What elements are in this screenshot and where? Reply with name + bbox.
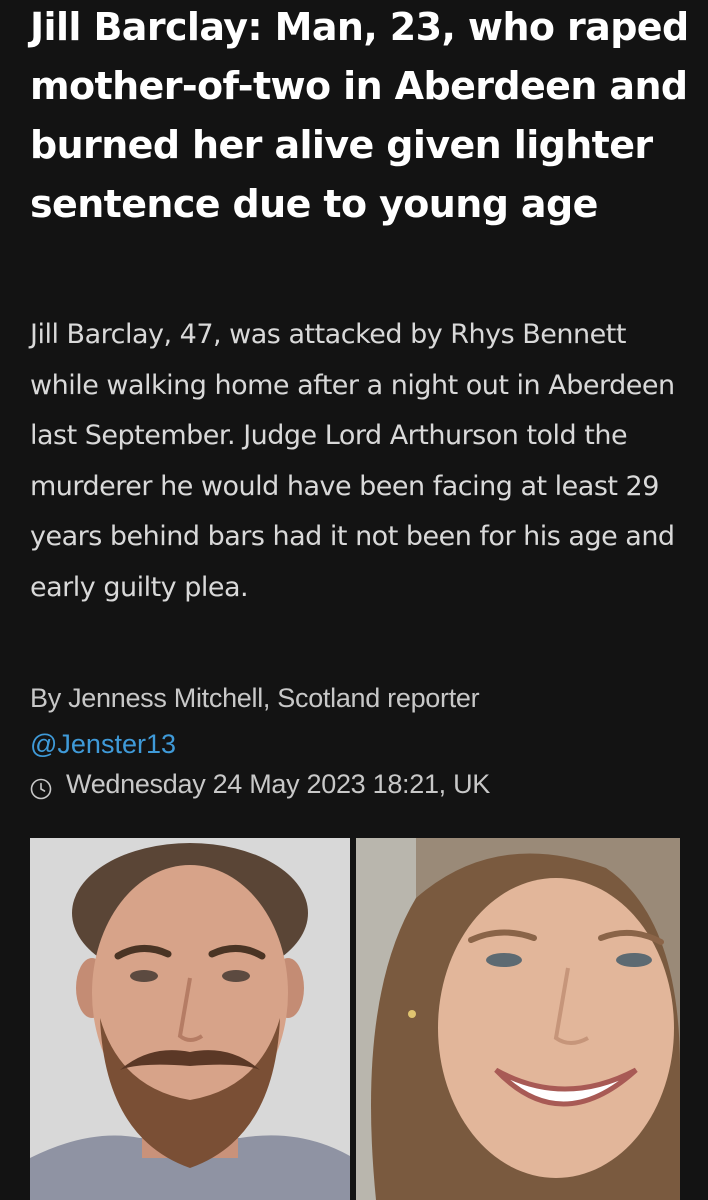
timestamp-text: Wednesday 24 May 2023 18:21, UK: [66, 769, 490, 799]
byline: By Jenness Mitchell, Scotland reporter: [30, 683, 480, 713]
clock-icon: [30, 773, 52, 800]
suspect-mugshot-photo[interactable]: [30, 838, 350, 1200]
article: Jill Barclay: Man, 23, who raped mother-…: [0, 0, 708, 1200]
standfirst: Jill Barclay, 47, was attacked by Rhys B…: [30, 319, 675, 603]
headline: Jill Barclay: Man, 23, who raped mother-…: [30, 5, 689, 226]
author-twitter-handle-link[interactable]: @Jenster13: [30, 726, 176, 762]
timestamp: Wednesday 24 May 2023 18:21, UK: [30, 766, 490, 802]
victim-photo[interactable]: [356, 838, 680, 1200]
